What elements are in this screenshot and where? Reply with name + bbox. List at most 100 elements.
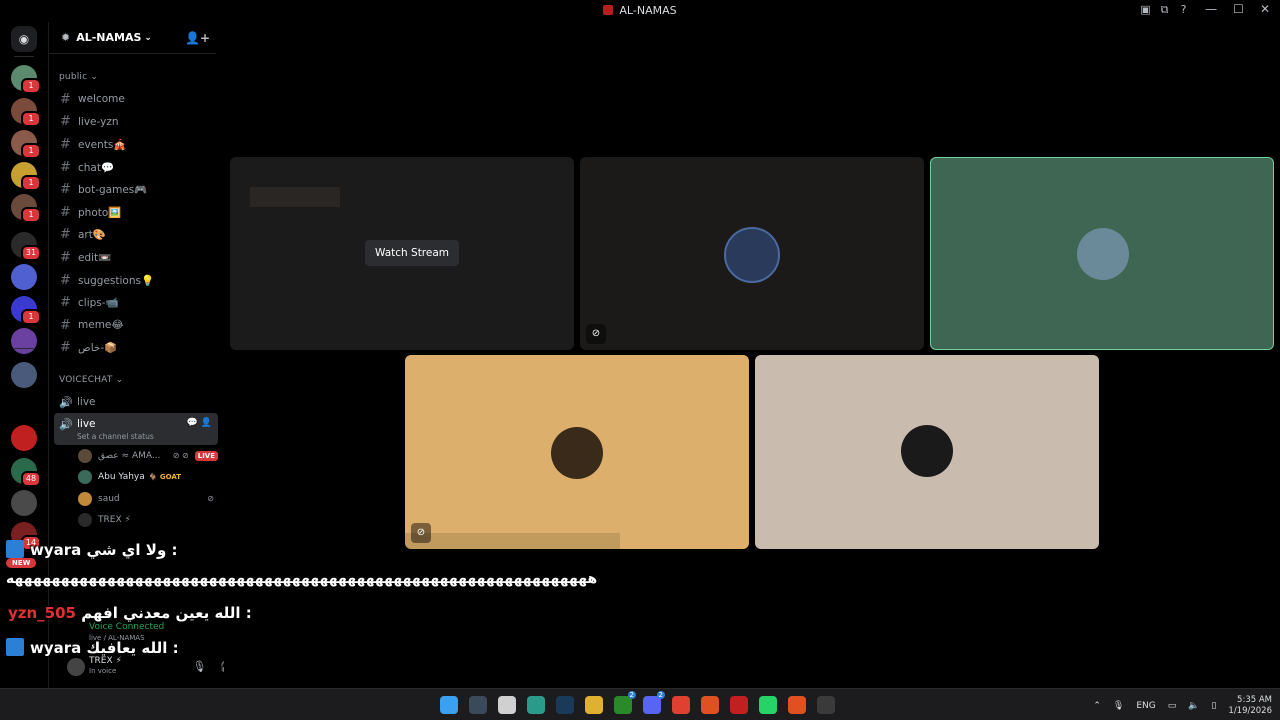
avatar bbox=[551, 427, 603, 479]
text-channel[interactable]: # live-yzn bbox=[49, 111, 224, 134]
volume-icon[interactable]: 🔈 bbox=[1188, 701, 1199, 711]
server-icon[interactable]: 14 bbox=[11, 522, 41, 551]
voice-user[interactable]: TREX ⚡ bbox=[49, 510, 224, 532]
help-icon[interactable]: ? bbox=[1177, 3, 1190, 16]
text-channel[interactable]: # suggestions💡 bbox=[49, 269, 224, 292]
hash-icon: # bbox=[60, 182, 71, 198]
voice-connected-label[interactable]: Voice Connected bbox=[89, 622, 164, 632]
participant-tile-speaking[interactable] bbox=[930, 157, 1274, 350]
avatar bbox=[78, 470, 92, 485]
xbox-taskbar-icon[interactable]: 2 bbox=[614, 691, 636, 714]
files-taskbar-icon[interactable] bbox=[498, 696, 516, 714]
inbox-icon[interactable]: ▣ bbox=[1139, 3, 1152, 16]
voice-user-name: Abu Yahya bbox=[98, 472, 145, 483]
category-public[interactable]: public ⌄ bbox=[49, 54, 224, 88]
server-icon[interactable] bbox=[11, 264, 37, 290]
participant-tile[interactable] bbox=[755, 355, 1099, 549]
channel-sidebar: ✹ AL-NAMAS ⌄ 👤+ public ⌄ # welcome # live-y… bbox=[48, 22, 258, 688]
edge-taskbar-icon[interactable] bbox=[527, 696, 545, 714]
brave-taskbar-icon[interactable] bbox=[701, 696, 719, 714]
network-icon[interactable]: ▭ bbox=[1168, 701, 1177, 711]
avatar[interactable] bbox=[67, 658, 85, 676]
text-channel[interactable]: # welcome bbox=[49, 88, 224, 111]
text-channel[interactable]: # meme😂 bbox=[49, 314, 224, 337]
channel-status[interactable]: Set a channel status bbox=[59, 432, 218, 441]
maximize-button[interactable]: ☐ bbox=[1233, 2, 1244, 16]
start-taskbar-icon[interactable] bbox=[440, 696, 458, 714]
language-indicator[interactable]: ENG bbox=[1136, 701, 1155, 711]
user-name: TREX ⚡ bbox=[89, 656, 122, 666]
server-icon[interactable]: 31 bbox=[11, 232, 41, 261]
hash-icon: # bbox=[60, 317, 71, 333]
participant-tile[interactable]: ⊘ bbox=[580, 157, 924, 350]
text-channel[interactable]: # bot-games🎮 bbox=[49, 178, 224, 201]
invite-people-icon[interactable]: 👤+ bbox=[185, 31, 210, 45]
participant-tile[interactable]: ⊘ bbox=[405, 355, 749, 549]
text-channel[interactable]: # chat💬 bbox=[49, 156, 224, 179]
server-icon[interactable] bbox=[11, 328, 37, 354]
mic-icon[interactable]: 🎙 bbox=[192, 660, 206, 673]
watch-stream-button[interactable]: Watch Stream bbox=[365, 240, 460, 266]
server-header[interactable]: ✹ AL-NAMAS ⌄ 👤+ bbox=[49, 22, 216, 54]
screen-share-icon[interactable]: ⧉ bbox=[1158, 3, 1171, 16]
rail-separator bbox=[14, 56, 34, 57]
channel-actions[interactable]: 💬 👤 bbox=[187, 418, 212, 428]
close-button[interactable]: ✕ bbox=[1260, 2, 1270, 16]
voice-user[interactable]: saud ⊘ bbox=[49, 488, 224, 510]
server-icon[interactable] bbox=[11, 490, 37, 516]
voice-stage: Watch Stream ⊘ ⊘ bbox=[224, 22, 1280, 688]
text-channel[interactable]: # art🎨 bbox=[49, 224, 224, 247]
server-icon[interactable]: 1 bbox=[11, 65, 41, 94]
brave2-taskbar-icon[interactable] bbox=[788, 696, 806, 714]
text-channel[interactable]: # edit📼 bbox=[49, 246, 224, 269]
server-icon[interactable] bbox=[11, 362, 37, 388]
server-icon[interactable]: 48 bbox=[11, 458, 41, 487]
stream-preview bbox=[250, 187, 340, 207]
hash-icon: # bbox=[60, 227, 71, 243]
user-tag: 🐐 GOAT bbox=[148, 473, 182, 482]
notification-badge: 31 bbox=[21, 245, 41, 261]
explorer-taskbar-icon[interactable] bbox=[585, 696, 603, 714]
server-icon[interactable]: 1 bbox=[11, 296, 41, 325]
taskbar-badge: 2 bbox=[627, 691, 636, 699]
server-icon[interactable]: 1 bbox=[11, 130, 41, 159]
mic-icon[interactable]: 🎙 bbox=[1113, 701, 1124, 711]
text-channel[interactable]: # clips-📹 bbox=[49, 291, 224, 314]
clock[interactable]: 5:35 AM 1/19/2026 bbox=[1228, 695, 1272, 717]
muted-icon: ⊘ ⊘ bbox=[172, 451, 189, 461]
voice-channel-live-active[interactable]: 🔊 live 💬 👤 Set a channel status bbox=[54, 413, 218, 446]
avatar bbox=[78, 513, 92, 528]
avatar bbox=[78, 491, 92, 506]
search-taskbar-icon[interactable] bbox=[469, 696, 487, 714]
chrome-taskbar-icon[interactable] bbox=[672, 696, 690, 714]
notification-badge: 1 bbox=[21, 309, 41, 325]
battery-icon[interactable]: ▯ bbox=[1211, 701, 1216, 711]
server-icon[interactable]: 1 bbox=[11, 98, 41, 127]
voice-user[interactable]: عصق ≈ AMA... ⊘ ⊘ LIVE bbox=[49, 445, 224, 467]
hash-icon: # bbox=[60, 204, 71, 220]
avatar bbox=[78, 448, 92, 463]
notification-badge: 14 bbox=[21, 535, 41, 551]
hash-icon: # bbox=[60, 114, 71, 130]
voice-user[interactable]: Abu Yahya 🐐 GOAT bbox=[49, 467, 224, 489]
text-channel[interactable]: # events🎪 bbox=[49, 133, 224, 156]
text-channel[interactable]: # خاص-📦 bbox=[49, 337, 224, 360]
app-red-taskbar-icon[interactable] bbox=[730, 696, 748, 714]
notification-badge: 1 bbox=[21, 111, 41, 127]
minimize-button[interactable]: — bbox=[1205, 2, 1217, 16]
steam-taskbar-icon[interactable] bbox=[556, 696, 574, 714]
discord-taskbar-icon[interactable]: 2 bbox=[643, 691, 665, 714]
server-icon[interactable]: 1 bbox=[11, 194, 41, 223]
server-icon[interactable]: 1 bbox=[11, 162, 41, 191]
obs-taskbar-icon[interactable] bbox=[817, 696, 835, 714]
discord-home-button[interactable]: ◉ bbox=[11, 26, 37, 52]
category-voicechat[interactable]: VOICECHAT ⌄ bbox=[49, 359, 224, 391]
taskbar: 2 2 ⌃ 🎙 ENG ▭ 🔈 ▯ 5:35 AM 1/19/2026 bbox=[0, 688, 1280, 720]
text-channel[interactable]: # photo🖼️ bbox=[49, 201, 224, 224]
channel-name: events🎪 bbox=[78, 138, 127, 151]
stream-tile[interactable]: Watch Stream bbox=[230, 157, 574, 350]
chevron-up-icon[interactable]: ⌃ bbox=[1093, 701, 1101, 711]
voice-channel-live[interactable]: 🔊 live bbox=[49, 391, 224, 413]
server-icon[interactable] bbox=[11, 425, 37, 451]
whatsapp-taskbar-icon[interactable] bbox=[759, 696, 777, 714]
